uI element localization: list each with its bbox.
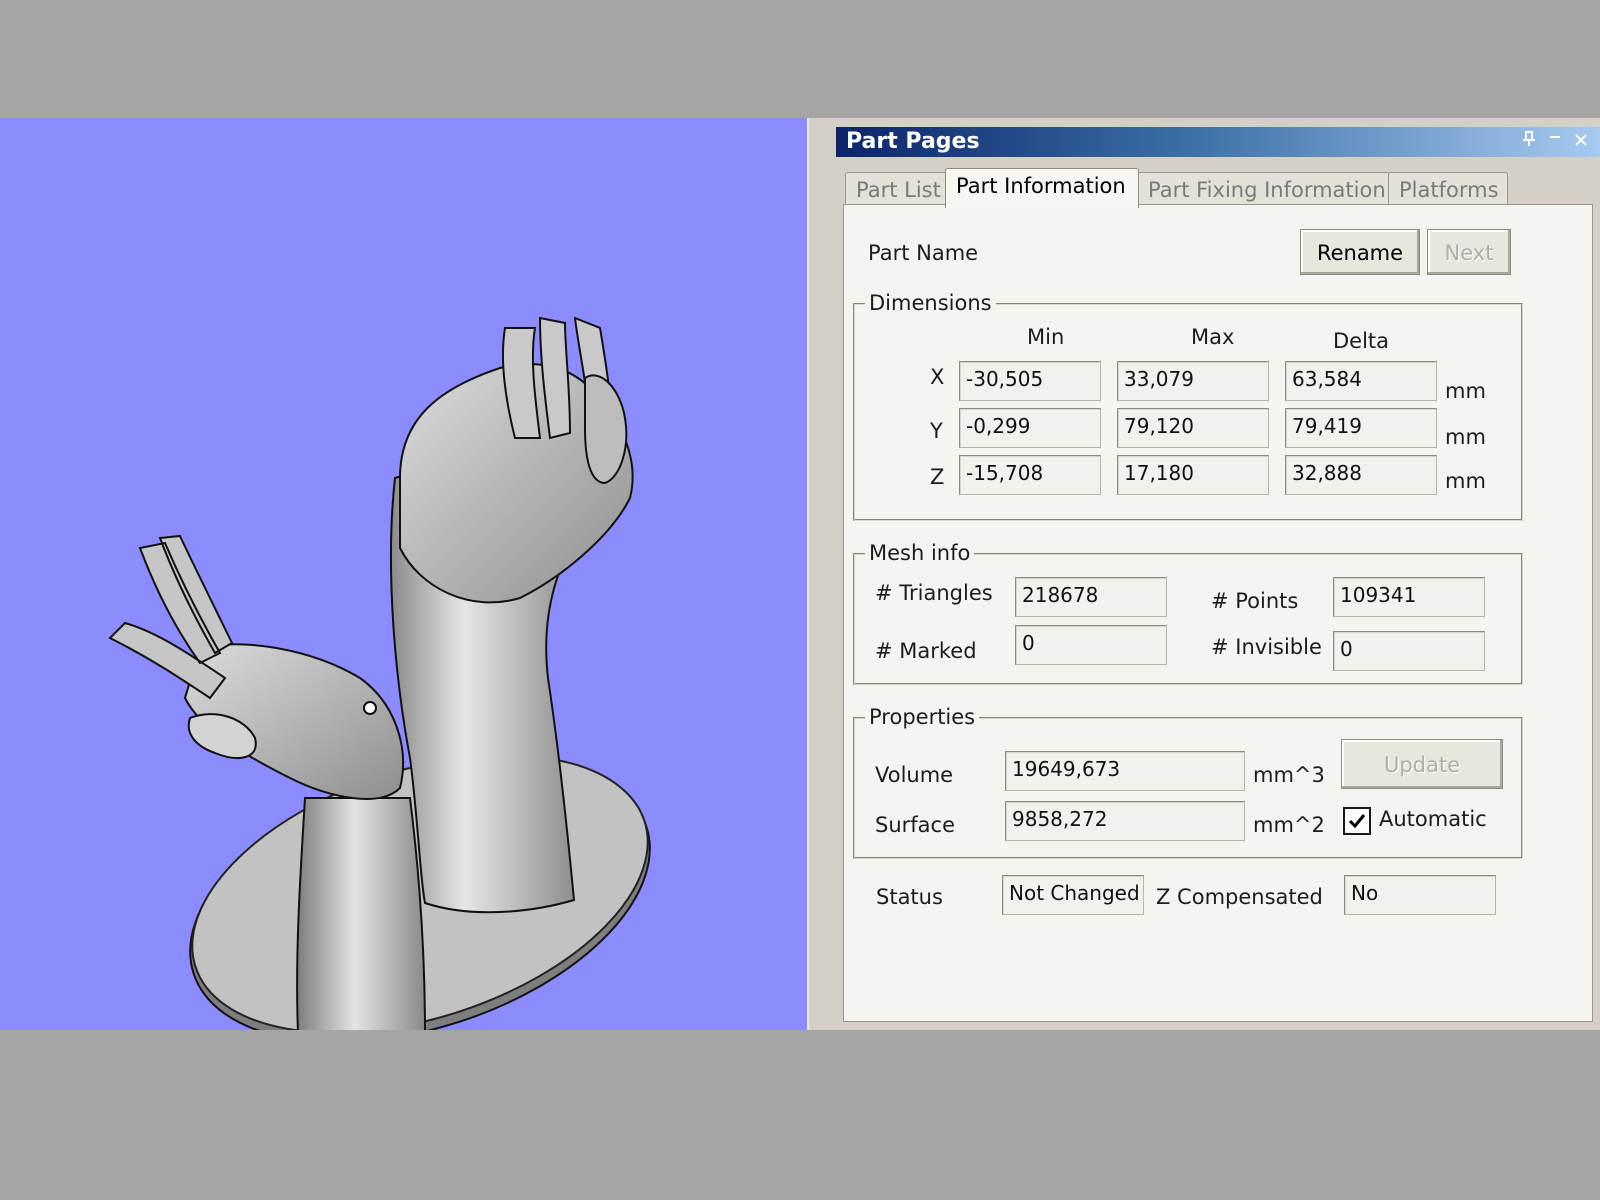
left-forearm (296, 797, 426, 1030)
points-field[interactable]: 109341 (1333, 577, 1485, 617)
mesh-info-title: Mesh info (865, 541, 975, 565)
next-button[interactable]: Next (1427, 229, 1511, 275)
y-min-field[interactable]: -0,299 (959, 408, 1101, 448)
y-unit: mm (1445, 425, 1486, 449)
update-button[interactable]: Update (1341, 739, 1503, 789)
marked-label: # Marked (875, 639, 977, 663)
rename-button[interactable]: Rename (1300, 229, 1420, 275)
tab-platforms[interactable]: Platforms (1388, 172, 1508, 206)
z-unit: mm (1445, 469, 1486, 493)
automatic-label: Automatic (1379, 807, 1487, 831)
properties-title: Properties (865, 705, 980, 729)
invisible-label: # Invisible (1211, 635, 1322, 659)
dimensions-group: Dimensions Min Max Delta X -30,505 33,07… (853, 291, 1523, 521)
y-max-field[interactable]: 79,120 (1117, 408, 1269, 448)
col-header-min: Min (1027, 325, 1065, 349)
axis-x-label: X (930, 365, 945, 389)
mesh-info-group: Mesh info # Triangles 218678 # Points 10… (853, 541, 1523, 685)
minimize-icon[interactable] (1544, 131, 1566, 153)
properties-group: Properties Volume 19649,673 mm^3 Update … (853, 705, 1523, 859)
x-max-field[interactable]: 33,079 (1117, 361, 1269, 401)
z-compensated-field[interactable]: No (1344, 875, 1496, 915)
x-unit: mm (1445, 379, 1486, 403)
tab-part-list[interactable]: Part List (845, 172, 947, 206)
right-thumb (584, 374, 628, 485)
status-label: Status (876, 885, 943, 909)
triangles-label: # Triangles (875, 581, 993, 605)
automatic-checkbox[interactable] (1343, 807, 1371, 835)
axis-z-label: Z (930, 465, 945, 489)
status-field[interactable]: Not Changed (1002, 875, 1144, 915)
points-label: # Points (1211, 589, 1299, 613)
axis-y-label: Y (930, 419, 943, 443)
left-fingers (108, 534, 234, 700)
z-delta-field[interactable]: 32,888 (1285, 455, 1437, 495)
tab-part-fixing-information[interactable]: Part Fixing Information (1137, 172, 1390, 206)
z-min-field[interactable]: -15,708 (959, 455, 1101, 495)
x-delta-field[interactable]: 63,584 (1285, 361, 1437, 401)
surface-unit: mm^2 (1253, 813, 1325, 837)
part-pages-panel: Part Pages Part List Part Information Pa… (833, 118, 1600, 1030)
invisible-field[interactable]: 0 (1333, 631, 1485, 671)
triangles-field[interactable]: 218678 (1015, 577, 1167, 617)
part-name-label: Part Name (868, 241, 979, 265)
col-header-delta: Delta (1333, 329, 1390, 353)
volume-unit: mm^3 (1253, 763, 1325, 787)
panel-titlebar[interactable]: Part Pages (836, 127, 1600, 157)
z-compensated-label: Z Compensated (1156, 885, 1323, 909)
close-icon[interactable] (1570, 131, 1592, 153)
marker-point (363, 701, 377, 715)
volume-label: Volume (875, 763, 954, 787)
volume-field[interactable]: 19649,673 (1005, 751, 1245, 791)
hands-model-render (108, 316, 651, 1030)
z-max-field[interactable]: 17,180 (1117, 455, 1269, 495)
col-header-max: Max (1191, 325, 1235, 349)
part-information-page: Part Name Rename Next Dimensions Min Max… (843, 204, 1593, 1022)
checkmark-icon (1348, 814, 1366, 829)
panel-title: Part Pages (846, 129, 980, 154)
surface-field[interactable]: 9858,272 (1005, 801, 1245, 841)
tab-part-information[interactable]: Part Information (945, 168, 1139, 208)
3d-viewport[interactable] (0, 118, 807, 1030)
dimensions-title: Dimensions (865, 291, 996, 315)
pin-icon[interactable] (1518, 131, 1540, 153)
surface-label: Surface (875, 813, 956, 837)
x-min-field[interactable]: -30,505 (959, 361, 1101, 401)
marked-field[interactable]: 0 (1015, 625, 1167, 665)
y-delta-field[interactable]: 79,419 (1285, 408, 1437, 448)
splitter[interactable] (807, 118, 833, 1030)
